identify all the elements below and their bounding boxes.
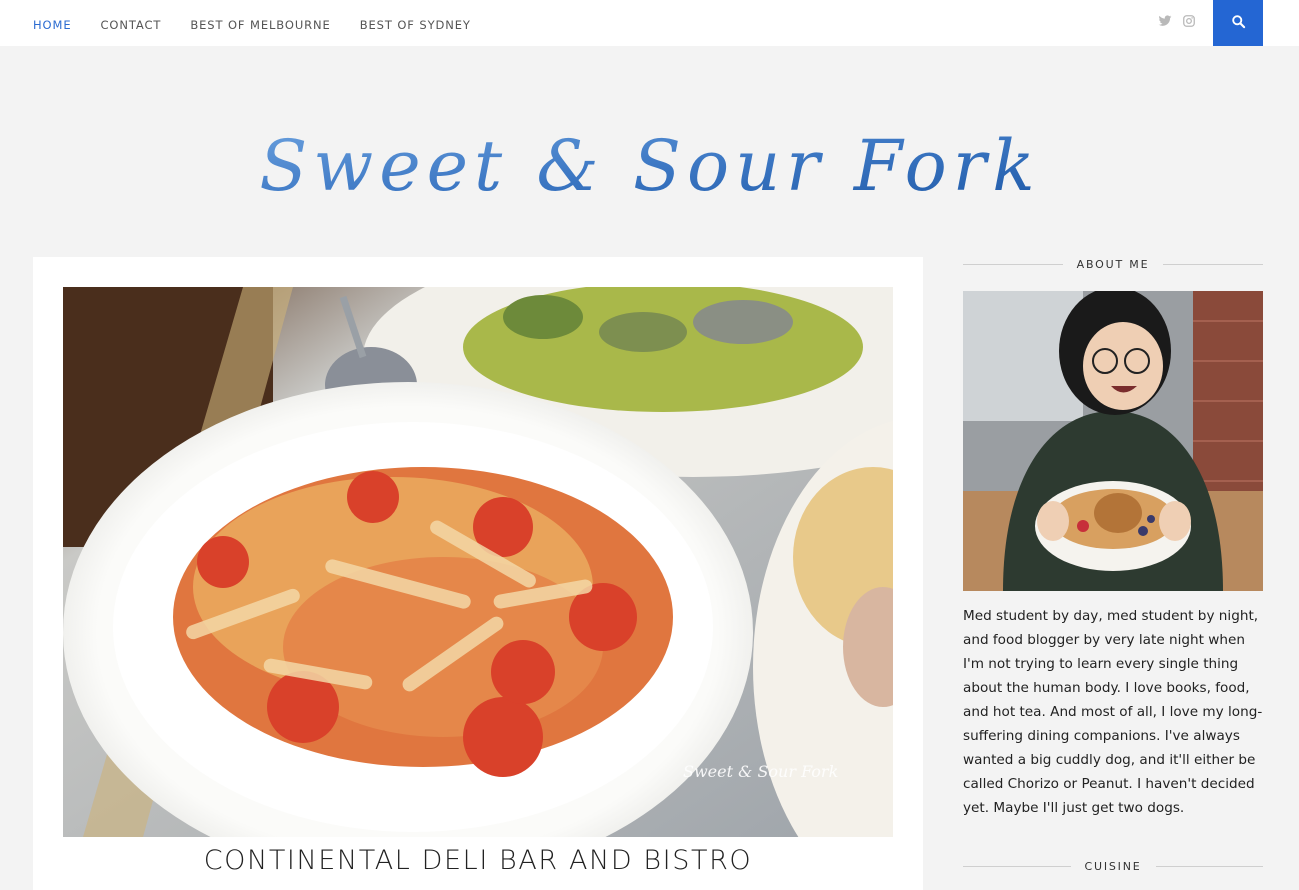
nav-item-best-of-sydney[interactable]: BEST OF SYDNEY (360, 18, 471, 32)
author-photo (963, 291, 1263, 591)
about-me-heading-label: ABOUT ME (1076, 257, 1150, 271)
search-icon (1231, 14, 1246, 33)
cuisine-heading-label: CUISINE (1084, 859, 1142, 873)
cuisine-heading: CUISINE (963, 852, 1263, 880)
top-navigation-bar: HOME CONTACT BEST OF MELBOURNE BEST OF S… (0, 0, 1299, 46)
logo-text: Sweet & Sour Fork (259, 125, 1040, 207)
sidebar: ABOUT ME Med student by day, med student… (963, 250, 1263, 873)
nav-item-home[interactable]: HOME (33, 18, 72, 32)
nav-item-best-of-melbourne[interactable]: BEST OF MELBOURNE (190, 18, 330, 32)
twitter-icon[interactable] (1158, 13, 1174, 29)
about-me-heading: ABOUT ME (963, 250, 1263, 278)
site-logo[interactable]: Sweet & Sour Fork (250, 100, 1050, 230)
about-me-text: Med student by day, med student by night… (963, 608, 1263, 816)
social-links (1158, 13, 1198, 29)
post-featured-image[interactable]: Sweet & Sour Fork (63, 287, 893, 837)
post-card: Sweet & Sour Fork CONTINENTAL DELI BAR A… (33, 257, 923, 890)
main-nav: HOME CONTACT BEST OF MELBOURNE BEST OF S… (33, 0, 471, 46)
instagram-icon[interactable] (1182, 13, 1198, 29)
post-title[interactable]: CONTINENTAL DELI BAR AND BISTRO (33, 845, 923, 876)
search-button[interactable] (1213, 0, 1263, 46)
image-watermark: Sweet & Sour Fork (683, 762, 838, 781)
nav-item-contact[interactable]: CONTACT (101, 18, 162, 32)
